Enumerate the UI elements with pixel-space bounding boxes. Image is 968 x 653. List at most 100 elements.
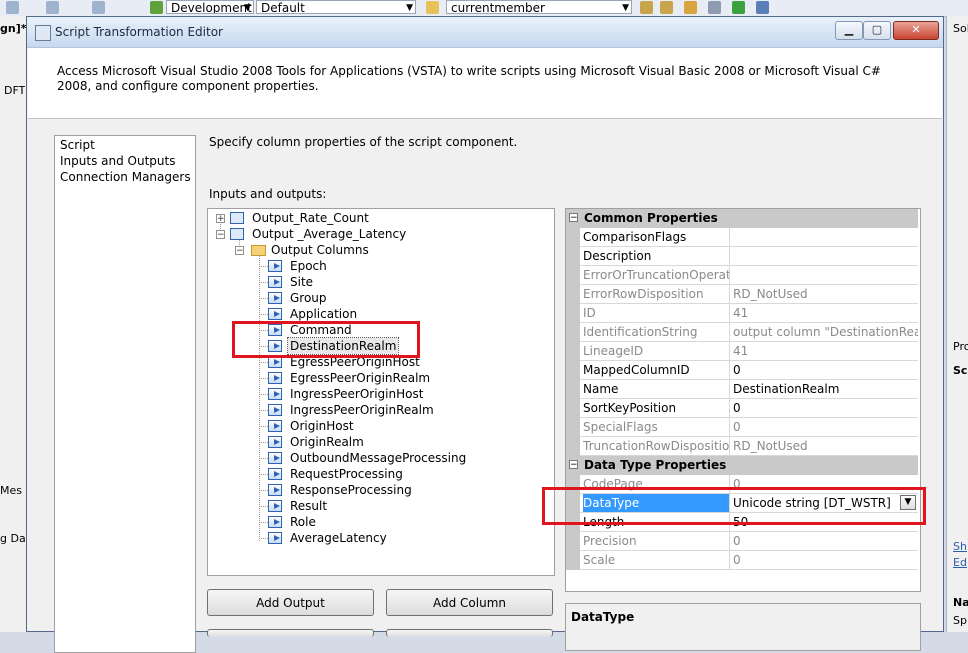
property-value[interactable]: 0 [733, 399, 918, 417]
header-description: Access Microsoft Visual Studio 2008 Tool… [57, 64, 881, 93]
messages-tab-fragment[interactable]: Mes [0, 484, 22, 497]
title-bar[interactable]: Script Transformation Editor ▁ ▢ ✕ [27, 17, 943, 48]
tree-node-output-rate-count[interactable]: + Output_Rate_Count [208, 210, 548, 226]
property-row[interactable]: Name DestinationRealm [566, 380, 918, 399]
tree-column-label: Site [290, 275, 314, 289]
add-output-button[interactable]: Add Output [207, 589, 374, 616]
property-row[interactable]: ID 41 [566, 304, 918, 323]
designer-tab-fragment[interactable]: gn]* [0, 22, 27, 35]
tree-column-row[interactable]: OriginHost [208, 418, 548, 434]
output-icon [230, 212, 244, 224]
tree-column-row[interactable]: OriginRealm [208, 434, 548, 450]
property-value[interactable]: DestinationRealm [733, 380, 918, 398]
instruction-text: Specify column properties of the script … [209, 135, 518, 149]
tree-node-output-average-latency[interactable]: − Output _Average_Latency [208, 226, 548, 242]
insert-column-button[interactable] [386, 629, 553, 637]
property-row[interactable]: SpecialFlags 0 [566, 418, 918, 437]
script-transformation-editor-dialog: Script Transformation Editor ▁ ▢ ✕ Acces… [26, 16, 944, 653]
dft-tab-fragment[interactable]: DFT [4, 84, 25, 97]
tree-column-row[interactable]: Role [208, 514, 548, 530]
member-value: currentmember [451, 1, 545, 14]
maximize-button[interactable]: ▢ [863, 21, 891, 40]
insert-output-button[interactable] [207, 629, 374, 637]
column-icon [268, 372, 282, 384]
edit-link-fragment[interactable]: Ed [953, 556, 967, 569]
collapse-icon[interactable]: − [216, 230, 225, 240]
tree-column-label: IngressPeerOriginRealm [290, 403, 434, 417]
column-icon [268, 388, 282, 400]
collapse-icon[interactable]: − [569, 460, 578, 470]
property-value: 0 [733, 534, 741, 548]
properties-fragment[interactable]: Pro [953, 340, 968, 353]
app-icon [35, 25, 51, 41]
property-category[interactable]: − Data Type Properties [566, 456, 918, 475]
minimize-button[interactable]: ▁ [835, 21, 863, 40]
property-value[interactable] [733, 247, 918, 265]
tree-column-label: ResponseProcessing [290, 483, 412, 497]
undo-icon[interactable] [6, 1, 19, 14]
properties-icon[interactable] [660, 1, 673, 14]
property-row[interactable]: Precision 0 [566, 532, 918, 551]
property-row[interactable]: MappedColumnID 0 [566, 361, 918, 380]
find-icon[interactable] [640, 1, 653, 14]
column-icon [268, 452, 282, 464]
property-row[interactable]: Description [566, 247, 918, 266]
tree-column-row[interactable]: OutboundMessageProcessing [208, 450, 548, 466]
property-name: Name [583, 380, 730, 398]
property-row[interactable]: ErrorOrTruncationOperation [566, 266, 918, 285]
property-row[interactable]: LineageID 41 [566, 342, 918, 361]
property-row[interactable]: SortKeyPosition 0 [566, 399, 918, 418]
column-icon [268, 420, 282, 432]
nav-item-connection-managers[interactable]: Connection Managers [60, 170, 191, 184]
add-column-button[interactable]: Add Column [386, 589, 553, 616]
property-row[interactable]: Scale 0 [566, 551, 918, 570]
column-icon [268, 292, 282, 304]
show-link-fragment[interactable]: Sh [953, 540, 967, 553]
collapse-icon[interactable]: − [569, 213, 578, 223]
property-value: 41 [733, 344, 749, 358]
run-icon[interactable] [732, 1, 745, 14]
close-button[interactable]: ✕ [893, 21, 939, 40]
log-fragment: g Da [0, 532, 26, 545]
property-category[interactable]: − Common Properties [566, 209, 918, 228]
inputs-outputs-tree[interactable]: + Output_Rate_Count − Output _Average_La… [207, 208, 555, 576]
save-icon[interactable] [92, 1, 105, 14]
redo-icon[interactable] [46, 1, 59, 14]
tree-column-row[interactable]: Group [208, 290, 548, 306]
property-row[interactable]: IdentificationString output column "Desti… [566, 323, 918, 342]
tree-column-label: IngressPeerOriginHost [290, 387, 424, 401]
property-value [733, 266, 918, 284]
property-value[interactable]: 0 [733, 361, 918, 379]
tree-column-row[interactable]: Site [208, 274, 548, 290]
nav-item-script[interactable]: Script [60, 138, 95, 152]
folder-icon[interactable] [426, 1, 439, 14]
tree-column-row[interactable]: Application [208, 306, 548, 322]
configuration-combo[interactable]: Development ▼ [166, 0, 254, 14]
tools-icon[interactable] [708, 1, 721, 14]
toolbox-icon[interactable] [684, 1, 697, 14]
property-value[interactable] [733, 228, 918, 246]
member-combo[interactable]: currentmember ▼ [446, 0, 632, 14]
window-icon[interactable] [756, 1, 769, 14]
nav-item-inputs-and-outputs[interactable]: Inputs and Outputs [60, 154, 175, 168]
platform-combo[interactable]: Default ▼ [256, 0, 416, 14]
tree-column-row[interactable]: RequestProcessing [208, 466, 548, 482]
tree-column-row[interactable]: IngressPeerOriginRealm [208, 402, 548, 418]
tree-column-label: Result [290, 499, 328, 513]
property-row[interactable]: ComparisonFlags [566, 228, 918, 247]
start-debug-icon[interactable] [150, 1, 163, 14]
collapse-icon[interactable]: − [235, 246, 244, 256]
tree-column-row[interactable]: ResponseProcessing [208, 482, 548, 498]
tree-column-row[interactable]: Epoch [208, 258, 548, 274]
tree-column-row[interactable]: Result [208, 498, 548, 514]
tree-column-row[interactable]: AverageLatency [208, 530, 548, 546]
property-row[interactable]: ErrorRowDisposition RD_NotUsed [566, 285, 918, 304]
tree-node-output-columns[interactable]: − Output Columns [208, 242, 548, 258]
property-row[interactable]: TruncationRowDisposition RD_NotUsed [566, 437, 918, 456]
expand-icon[interactable]: + [216, 214, 225, 224]
tree-column-label: OutboundMessageProcessing [290, 451, 467, 465]
tree-column-row[interactable]: EgressPeerOriginRealm [208, 370, 548, 386]
solution-explorer-fragment[interactable]: Sol [953, 22, 968, 35]
tree-column-row[interactable]: IngressPeerOriginHost [208, 386, 548, 402]
property-grid[interactable]: − Common Properties ComparisonFlags Descrip… [565, 208, 921, 592]
